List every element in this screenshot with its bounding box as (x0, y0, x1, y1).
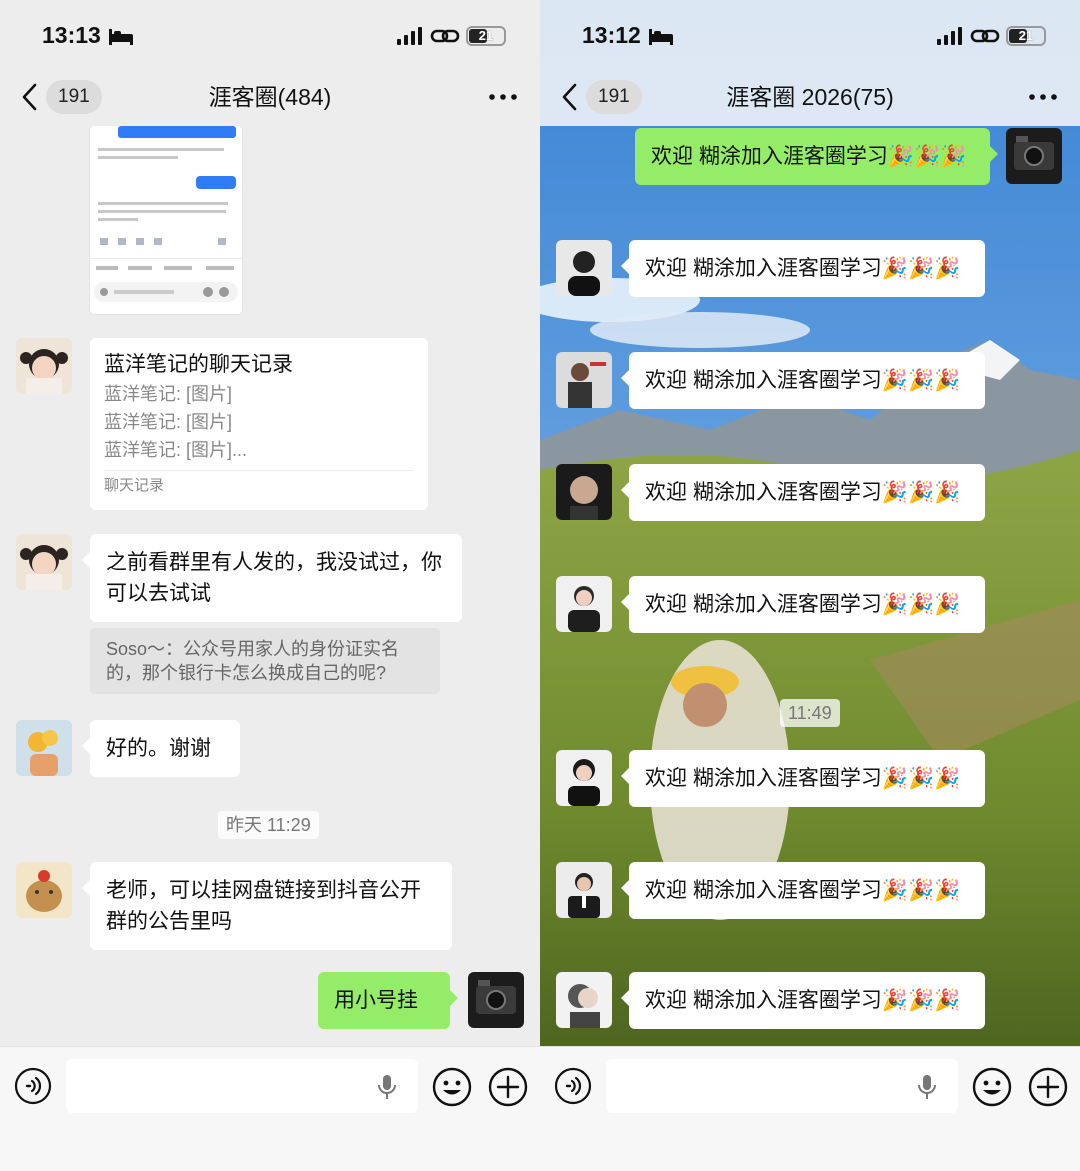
divider (104, 470, 414, 471)
plus-icon[interactable] (1028, 1067, 1068, 1107)
message-bubble-self[interactable]: 欢迎 糊涂加入涯客圈学习🎉🎉🎉 (635, 128, 998, 185)
status-time: 13:12 (582, 22, 641, 48)
microphone-icon[interactable] (916, 1073, 938, 1101)
message-input[interactable] (606, 1059, 958, 1113)
chat-record-line: 蓝洋笔记: [图片] (104, 384, 233, 404)
self-avatar[interactable] (1006, 128, 1062, 184)
message-bubble[interactable]: 老师，可以挂网盘链接到抖音公开群的公告里吗 (82, 862, 452, 950)
avatar[interactable] (556, 576, 612, 632)
avatar[interactable] (556, 750, 612, 806)
self-avatar[interactable] (468, 972, 524, 1028)
more-dots-icon[interactable] (488, 84, 518, 110)
battery-indicator: 21 (466, 26, 506, 46)
chevron-left-icon[interactable] (560, 82, 580, 112)
unread-count-badge[interactable]: 191 (46, 80, 102, 114)
unread-count-badge[interactable]: 191 (586, 80, 642, 114)
message-bubble[interactable]: 之前看群里有人发的，我没试过，你可以去试试 (82, 534, 462, 622)
avatar[interactable] (556, 464, 612, 520)
message-list: 蓝洋笔记的聊天记录 蓝洋笔记: [图片] 蓝洋笔记: [图片] 蓝洋笔记: [图… (0, 126, 540, 1046)
bed-icon (109, 29, 133, 45)
avatar[interactable] (556, 862, 612, 918)
input-bar (540, 1046, 1080, 1171)
message-bubble[interactable]: 欢迎 糊涂加入涯客圈学习🎉🎉🎉 (621, 464, 985, 521)
chat-record-title: 蓝洋笔记的聊天记录 (104, 353, 293, 376)
plus-icon[interactable] (488, 1067, 528, 1107)
avatar[interactable] (16, 338, 72, 394)
message-list: 欢迎 糊涂加入涯客圈学习🎉🎉🎉 欢迎 糊涂加入涯客圈学习🎉🎉🎉 欢迎 糊涂加入涯… (540, 126, 1080, 1046)
status-bar: 13:13 21 (0, 0, 540, 70)
chat-record-line: 蓝洋笔记: [图片] (104, 412, 233, 432)
chat-header: 191 涯客圈(484) (0, 70, 540, 126)
left-chat-screen: 13:13 21 191 涯客圈(484) 蓝洋笔记的聊天记录 蓝洋笔记: [图… (0, 0, 540, 1171)
microphone-icon[interactable] (376, 1073, 398, 1101)
avatar[interactable] (16, 720, 72, 776)
avatar[interactable] (556, 352, 612, 408)
voice-icon[interactable] (554, 1067, 592, 1105)
battery-indicator: 21 (1006, 26, 1046, 46)
status-bar: 13:12 21 (540, 0, 1080, 70)
quoted-message[interactable]: Soso～：公众号用家人的身份证实名的，那个银行卡怎么换成自己的呢? (90, 628, 440, 694)
chat-record-line: 蓝洋笔记: [图片]... (104, 440, 248, 460)
avatar[interactable] (556, 972, 612, 1028)
message-bubble[interactable]: 欢迎 糊涂加入涯客圈学习🎉🎉🎉 (621, 240, 985, 297)
message-bubble[interactable]: 好的。谢谢 (82, 720, 240, 777)
input-bar (0, 1046, 540, 1171)
chat-title: 涯客圈(484) (208, 84, 332, 110)
screenshot-image (90, 126, 242, 302)
timestamp: 11:49 (780, 699, 840, 727)
emoji-icon[interactable] (972, 1067, 1012, 1107)
link-icon (430, 29, 460, 43)
avatar[interactable] (16, 534, 72, 590)
chat-header: 191 涯客圈 2026(75) (540, 70, 1080, 126)
more-dots-icon[interactable] (1028, 84, 1058, 110)
right-chat-screen: 13:12 21 191 涯客圈 2026(75) 欢迎 糊涂加入涯客圈学习🎉🎉… (540, 0, 1080, 1171)
message-input[interactable] (66, 1059, 418, 1113)
signal-icon (397, 27, 422, 45)
message-bubble[interactable]: 欢迎 糊涂加入涯客圈学习🎉🎉🎉 (621, 352, 985, 409)
message-bubble[interactable]: 欢迎 糊涂加入涯客圈学习🎉🎉🎉 (621, 750, 985, 807)
message-bubble-self[interactable]: 用小号挂 (318, 972, 458, 1029)
battery-level: 21 (478, 28, 494, 43)
signal-icon (937, 27, 962, 45)
battery-level: 21 (1018, 28, 1034, 43)
message-bubble[interactable]: 欢迎 糊涂加入涯客圈学习🎉🎉🎉 (621, 972, 985, 1029)
message-bubble[interactable]: 欢迎 糊涂加入涯客圈学习🎉🎉🎉 (621, 862, 985, 919)
link-icon (970, 29, 1000, 43)
bed-icon (649, 29, 673, 45)
message-bubble[interactable]: 欢迎 糊涂加入涯客圈学习🎉🎉🎉 (621, 576, 985, 633)
chat-record-card[interactable]: 蓝洋笔记的聊天记录 蓝洋笔记: [图片] 蓝洋笔记: [图片] 蓝洋笔记: [图… (90, 338, 428, 510)
timestamp: 昨天 11:29 (218, 811, 319, 839)
avatar[interactable] (16, 862, 72, 918)
chat-title: 涯客圈 2026(75) (726, 84, 894, 110)
chat-record-footer: 聊天记录 (104, 477, 165, 494)
image-message[interactable] (90, 126, 242, 314)
emoji-icon[interactable] (432, 1067, 472, 1107)
voice-icon[interactable] (14, 1067, 52, 1105)
status-time: 13:13 (42, 22, 101, 48)
chevron-left-icon[interactable] (20, 82, 40, 112)
avatar[interactable] (556, 240, 612, 296)
